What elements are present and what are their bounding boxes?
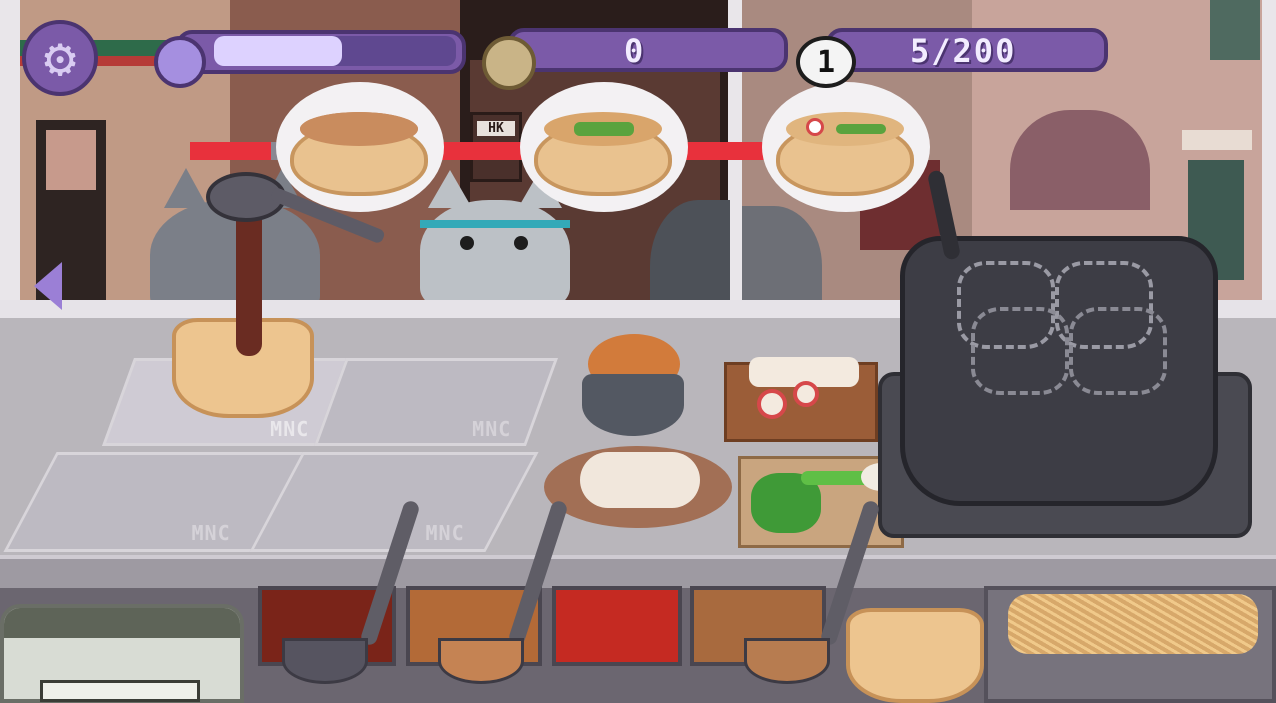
station-label: MNC	[270, 417, 310, 441]
prep-station-2[interactable]: MNC	[313, 358, 559, 446]
trash-can[interactable]	[0, 604, 244, 703]
noodle-basket-3[interactable]	[971, 307, 1069, 395]
empty-bowl-stack[interactable]	[846, 608, 984, 703]
settings-button[interactable]: ⚙	[22, 20, 98, 96]
chili-sauce-tray[interactable]	[552, 586, 682, 666]
fish-bone-icon	[40, 680, 200, 702]
station-label: MNC	[425, 521, 465, 545]
station-label: MNC	[191, 521, 231, 545]
soy-ladle[interactable]	[282, 638, 368, 684]
cat-eye-right	[514, 236, 528, 250]
coin-counter: 0	[508, 28, 788, 72]
raw-noodle-tray[interactable]	[984, 586, 1276, 703]
fishcake-topping-board[interactable]	[724, 357, 878, 442]
order-timer-1-fill	[190, 142, 272, 160]
bowls-served-counter: 5/200	[826, 28, 1108, 72]
window-frame-left	[0, 0, 20, 320]
cat-eye-left	[460, 236, 474, 250]
mood-bar-fill	[214, 36, 343, 66]
shop-sign-text: HK	[477, 121, 515, 136]
meat-topping-bowl[interactable]	[574, 334, 692, 438]
bowls-served-count: 5/200	[910, 32, 1017, 70]
bowl-icon-number: 1	[816, 44, 836, 80]
order-bubble-1[interactable]	[276, 82, 444, 212]
sesame-ladle[interactable]	[744, 638, 830, 684]
customer-cat-2	[420, 170, 570, 310]
back-arrow-button[interactable]	[34, 262, 62, 310]
smile-icon	[154, 36, 206, 88]
station-label: MNC	[472, 417, 512, 441]
bowl-icon: 1	[796, 36, 856, 88]
noodle-basket-4[interactable]	[1069, 307, 1167, 395]
order-bubble-3[interactable]	[762, 82, 930, 212]
order-bubble-2[interactable]	[520, 82, 688, 212]
gear-icon: ⚙	[43, 26, 77, 89]
window-frame-right	[1262, 0, 1276, 320]
coin-icon	[482, 36, 536, 90]
egg-topping-plate[interactable]	[544, 446, 732, 528]
coin-count: 0	[624, 32, 646, 70]
noodle-pot[interactable]	[900, 236, 1218, 506]
miso-ladle[interactable]	[438, 638, 524, 684]
